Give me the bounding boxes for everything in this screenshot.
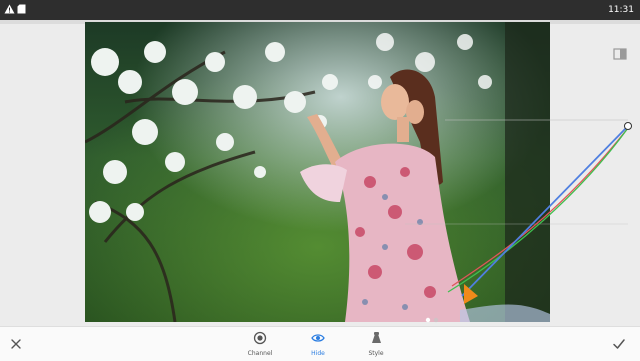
warning-icon (4, 4, 15, 14)
red-curve[interactable] (451, 127, 629, 287)
curves-overlay[interactable] (0, 24, 640, 326)
hide-tool-button[interactable]: Hide (288, 331, 348, 358)
status-time: 11:31 (608, 5, 634, 15)
style-icon (372, 332, 381, 343)
eye-icon (311, 334, 325, 342)
hide-tool-label: Hide (311, 350, 325, 357)
channel-tool-button[interactable]: Channel (230, 331, 290, 358)
channel-icon (253, 331, 267, 345)
rgb-curve[interactable] (461, 125, 629, 297)
pager-dot (433, 317, 439, 323)
sd-card-icon (17, 4, 26, 14)
bottom-toolbar: Channel Hide Style (0, 326, 640, 361)
close-icon[interactable] (10, 338, 22, 350)
curve-point-handle[interactable] (624, 122, 632, 130)
pager-dot (425, 317, 431, 323)
editor-canvas[interactable] (0, 22, 640, 326)
channel-tool-label: Channel (247, 350, 273, 357)
checkmark-icon[interactable] (612, 337, 626, 351)
style-tool-button[interactable]: Style (346, 331, 406, 358)
status-bar: 11:31 (0, 0, 640, 20)
style-tool-label: Style (368, 350, 384, 357)
